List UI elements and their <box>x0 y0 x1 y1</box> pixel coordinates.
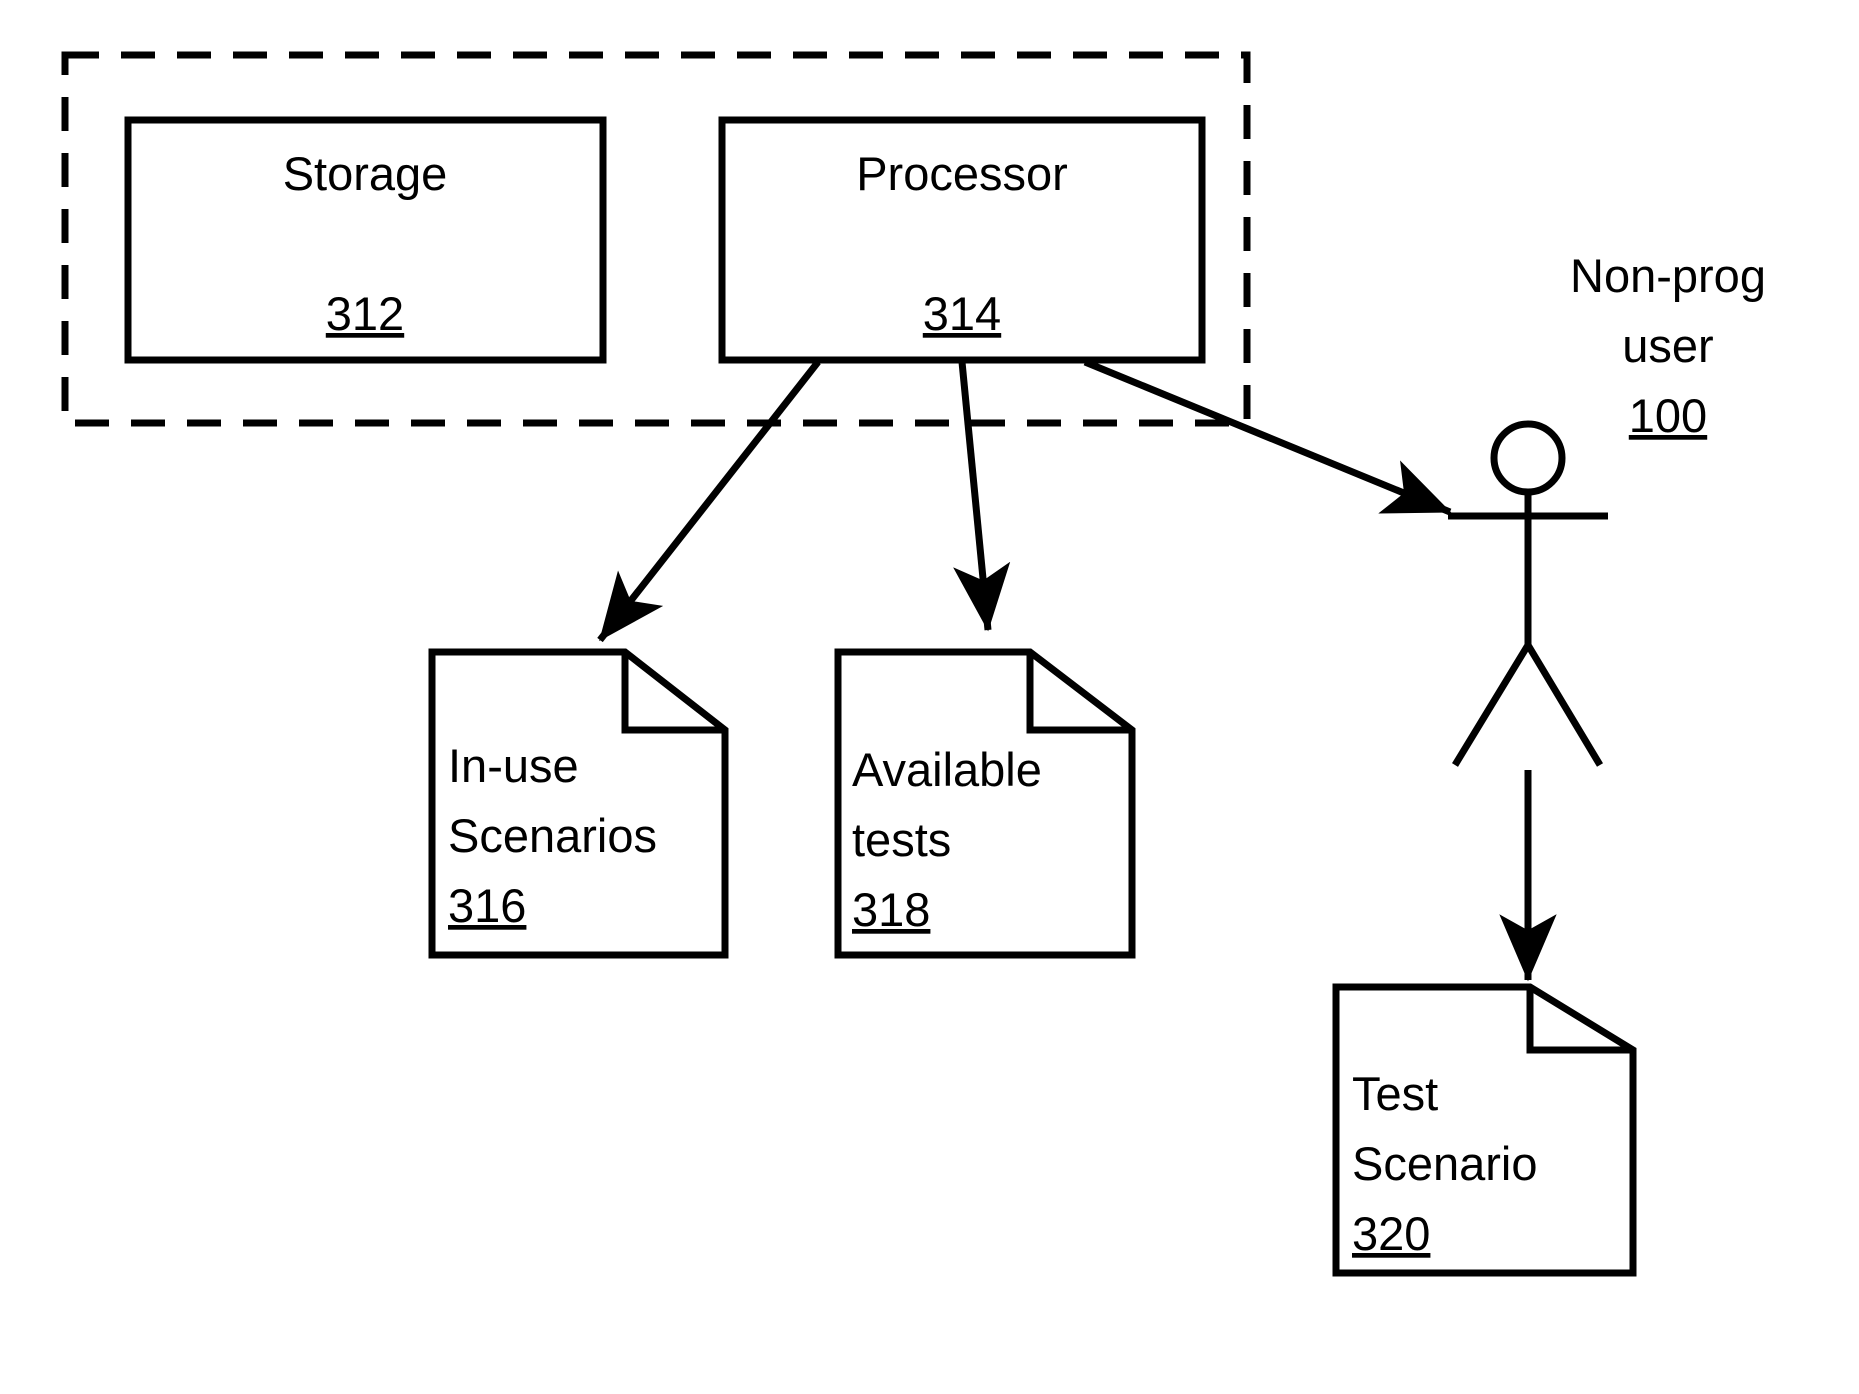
available-tests-line1: Available <box>852 743 1042 796</box>
in-use-scenarios-line1: In-use <box>448 739 579 792</box>
test-scenario-ref: 320 <box>1352 1207 1430 1260</box>
in-use-scenarios-document: In-use Scenarios 316 <box>428 648 729 959</box>
available-tests-ref: 318 <box>852 883 930 936</box>
arrow-processor-to-in-use-scenarios <box>597 359 821 643</box>
stick-figure-head-icon <box>1490 420 1566 496</box>
storage-box-label: Storage <box>283 147 448 200</box>
test-scenario-line1: Test <box>1352 1067 1438 1120</box>
processor-box-label: Processor <box>856 147 1068 200</box>
in-use-scenarios-ref: 316 <box>448 879 526 932</box>
available-tests-document: Available tests 318 <box>834 648 1136 959</box>
in-use-scenarios-line2: Scenarios <box>448 809 657 862</box>
arrow-processor-to-user <box>1083 358 1452 516</box>
test-scenario-line2: Scenario <box>1352 1137 1538 1190</box>
stick-figure-left-leg <box>1452 643 1531 767</box>
non-prog-user-line1: Non-prog <box>1570 249 1766 302</box>
non-prog-user-actor: Non-prog user 100 <box>1448 249 1766 767</box>
processor-box: Processor 314 <box>718 116 1206 364</box>
stick-figure-right-leg <box>1524 643 1604 767</box>
figure-canvas: Storage 312 Processor 314 In-use Scenari… <box>61 51 1766 1277</box>
storage-box-ref: 312 <box>326 287 404 340</box>
non-prog-user-line2: user <box>1622 319 1713 372</box>
test-scenario-document: Test Scenario 320 <box>1332 983 1637 1277</box>
patent-figure: Storage 312 Processor 314 In-use Scenari… <box>0 0 1859 1394</box>
storage-box: Storage 312 <box>124 116 607 364</box>
processor-box-ref: 314 <box>923 287 1001 340</box>
arrow-processor-to-available-tests <box>953 361 1011 632</box>
non-prog-user-ref: 100 <box>1629 389 1707 442</box>
available-tests-line2: tests <box>852 813 951 866</box>
